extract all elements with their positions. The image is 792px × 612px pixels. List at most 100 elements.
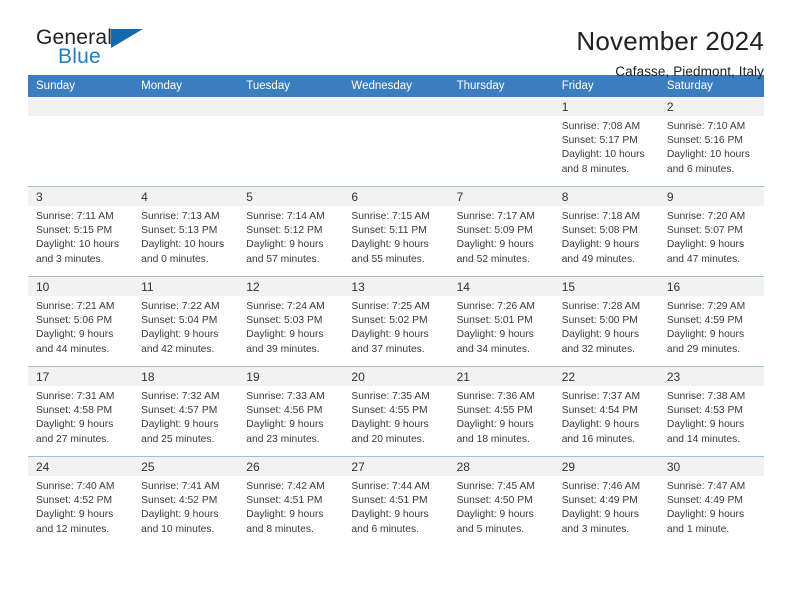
- day-number: 29: [553, 457, 659, 476]
- day-cell[interactable]: 6 Sunrise: 7:15 AM Sunset: 5:11 PM Daylight…: [343, 186, 449, 277]
- day-cell[interactable]: 15 Sunrise: 7:28 AM Sunset: 5:00 PM Dayligh…: [553, 276, 659, 367]
- daylight-text-line1: Daylight: 9 hours: [141, 419, 219, 431]
- day-cell[interactable]: 10 Sunrise: 7:21 AM Sunset: 5:06 PM Dayligh…: [28, 276, 134, 367]
- sunset-text: Sunset: 5:13 PM: [141, 225, 218, 237]
- daylight-text-line1: Daylight: 9 hours: [666, 239, 745, 251]
- weekday-header-wednesday: Wednesday: [343, 75, 449, 97]
- daylight-text-line1: Daylight: 9 hours: [246, 509, 324, 521]
- day-cell[interactable]: 3 Sunrise: 7:11 AM Sunset: 5:15 PM Daylight…: [28, 186, 134, 277]
- day-number: 10: [28, 277, 134, 296]
- sunrise-text: Sunrise: 7:28 AM: [561, 301, 641, 312]
- sunset-text: Sunset: 5:15 PM: [36, 225, 113, 237]
- day-cell[interactable]: 25 Sunrise: 7:41 AM Sunset: 4:52 PM Dayligh…: [133, 456, 239, 546]
- daylight-text-line1: Daylight: 9 hours: [36, 419, 114, 431]
- day-cell[interactable]: 20 Sunrise: 7:35 AM Sunset: 4:55 PM Dayligh…: [343, 366, 449, 457]
- daylight-text-line2: and 1 minute.: [666, 523, 730, 535]
- day-details: Sunrise: 7:18 AM Sunset: 5:08 PM Daylight:…: [554, 206, 659, 267]
- day-number: 14: [448, 277, 554, 296]
- day-number: 17: [28, 367, 134, 386]
- day-cell[interactable]: 17 Sunrise: 7:31 AM Sunset: 4:58 PM Dayligh…: [28, 366, 134, 457]
- day-cell[interactable]: 19 Sunrise: 7:33 AM Sunset: 4:56 PM Dayligh…: [238, 366, 344, 457]
- sunset-text: Sunset: 5:11 PM: [351, 225, 427, 237]
- weekday-header-monday: Monday: [133, 75, 239, 97]
- day-cell[interactable]: 8 Sunrise: 7:18 AM Sunset: 5:08 PM Daylight…: [553, 186, 659, 277]
- sunrise-text: Sunrise: 7:32 AM: [141, 391, 220, 402]
- day-cell[interactable]: 4 Sunrise: 7:13 AM Sunset: 5:13 PM Daylight…: [133, 186, 239, 277]
- daylight-text-line2: and 23 minutes.: [246, 433, 320, 445]
- day-cell[interactable]: 27 Sunrise: 7:44 AM Sunset: 4:51 PM Dayligh…: [343, 456, 449, 546]
- day-cell[interactable]: 16 Sunrise: 7:29 AM Sunset: 4:59 PM Dayligh…: [658, 276, 764, 367]
- day-cell[interactable]: 1 Sunrise: 7:08 AM Sunset: 5:17 PM Daylight…: [553, 97, 659, 187]
- day-cell[interactable]: 12 Sunrise: 7:24 AM Sunset: 5:03 PM Dayligh…: [238, 276, 344, 367]
- weekday-header-thursday: Thursday: [448, 75, 554, 97]
- daylight-text-line2: and 6 minutes.: [351, 523, 419, 535]
- day-number: 20: [343, 367, 449, 386]
- sunset-text: Sunset: 5:04 PM: [141, 315, 218, 327]
- day-number: 3: [28, 187, 134, 206]
- day-details: Sunrise: 7:13 AM Sunset: 5:13 PM Daylight:…: [133, 206, 238, 267]
- day-cell[interactable]: 7 Sunrise: 7:17 AM Sunset: 5:09 PM Daylight…: [448, 186, 554, 277]
- day-details: Sunrise: 7:25 AM Sunset: 5:02 PM Daylight:…: [343, 296, 448, 357]
- day-cell[interactable]: 18 Sunrise: 7:32 AM Sunset: 4:57 PM Dayligh…: [133, 366, 239, 457]
- daylight-text-line1: Daylight: 9 hours: [141, 509, 219, 521]
- daylight-text-line2: and 5 minutes.: [456, 523, 525, 535]
- daylight-text-line2: and 34 minutes.: [456, 343, 530, 355]
- day-number: [133, 97, 239, 116]
- brand-logo[interactable]: General Blue: [28, 26, 158, 72]
- day-details: Sunrise: 7:37 AM Sunset: 4:54 PM Daylight:…: [554, 386, 659, 447]
- day-cell[interactable]: [448, 97, 554, 187]
- day-cell[interactable]: 28 Sunrise: 7:45 AM Sunset: 4:50 PM Dayligh…: [448, 456, 554, 546]
- day-cell[interactable]: [28, 97, 134, 187]
- daylight-text-line1: Daylight: 9 hours: [456, 239, 534, 251]
- day-cell[interactable]: [133, 97, 239, 187]
- day-cell[interactable]: 14 Sunrise: 7:26 AM Sunset: 5:01 PM Dayligh…: [448, 276, 554, 367]
- day-number: 21: [448, 367, 554, 386]
- day-cell[interactable]: 23 Sunrise: 7:38 AM Sunset: 4:53 PM Dayligh…: [658, 366, 764, 457]
- sunset-text: Sunset: 4:49 PM: [561, 495, 638, 507]
- sunset-text: Sunset: 5:06 PM: [36, 315, 113, 327]
- daylight-text-line2: and 57 minutes.: [246, 253, 320, 265]
- title-block: November 2024 Cafasse, Piedmont, Italy: [576, 26, 764, 82]
- daylight-text-line1: Daylight: 9 hours: [351, 239, 429, 251]
- daylight-text-line2: and 16 minutes.: [561, 433, 635, 445]
- sunrise-text: Sunrise: 7:22 AM: [141, 301, 220, 312]
- day-number: 5: [238, 187, 344, 206]
- day-cell[interactable]: 26 Sunrise: 7:42 AM Sunset: 4:51 PM Dayligh…: [238, 456, 344, 546]
- day-cell[interactable]: [343, 97, 449, 187]
- day-details: Sunrise: 7:36 AM Sunset: 4:55 PM Daylight:…: [449, 386, 554, 447]
- day-details: Sunrise: 7:38 AM Sunset: 4:53 PM Daylight:…: [659, 386, 764, 447]
- sunrise-text: Sunrise: 7:33 AM: [246, 391, 325, 402]
- day-cell[interactable]: 29 Sunrise: 7:46 AM Sunset: 4:49 PM Dayligh…: [553, 456, 659, 546]
- day-details: Sunrise: 7:47 AM Sunset: 4:49 PM Daylight:…: [659, 476, 764, 537]
- day-cell[interactable]: 24 Sunrise: 7:40 AM Sunset: 4:52 PM Dayligh…: [28, 456, 134, 546]
- daylight-text-line1: Daylight: 9 hours: [351, 419, 429, 431]
- day-cell[interactable]: 21 Sunrise: 7:36 AM Sunset: 4:55 PM Dayligh…: [448, 366, 554, 457]
- day-cell[interactable]: [238, 97, 344, 187]
- day-details: Sunrise: 7:41 AM Sunset: 4:52 PM Daylight:…: [133, 476, 238, 537]
- day-number: 28: [448, 457, 554, 476]
- day-details: [449, 116, 554, 120]
- daylight-text-line2: and 29 minutes.: [666, 343, 741, 355]
- daylight-text-line2: and 32 minutes.: [561, 343, 635, 355]
- day-cell[interactable]: 13 Sunrise: 7:25 AM Sunset: 5:02 PM Dayligh…: [343, 276, 449, 367]
- sunrise-text: Sunrise: 7:14 AM: [246, 211, 325, 222]
- daylight-text-line1: Daylight: 9 hours: [351, 509, 429, 521]
- day-cell[interactable]: 11 Sunrise: 7:22 AM Sunset: 5:04 PM Dayligh…: [133, 276, 239, 367]
- day-cell[interactable]: 2 Sunrise: 7:10 AM Sunset: 5:16 PM Daylight…: [658, 97, 764, 187]
- sunset-text: Sunset: 4:59 PM: [666, 315, 743, 327]
- sunset-text: Sunset: 5:16 PM: [666, 135, 743, 147]
- day-details: Sunrise: 7:15 AM Sunset: 5:11 PM Daylight:…: [343, 206, 448, 267]
- day-cell[interactable]: 30 Sunrise: 7:47 AM Sunset: 4:49 PM Dayligh…: [658, 456, 764, 546]
- triangle-flag-icon: [111, 29, 143, 48]
- day-number: 1: [553, 97, 659, 116]
- weekday-header-sunday: Sunday: [28, 75, 134, 97]
- day-details: Sunrise: 7:10 AM Sunset: 5:16 PM Daylight:…: [659, 116, 764, 177]
- daylight-text-line2: and 37 minutes.: [351, 343, 425, 355]
- daylight-text-line1: Daylight: 9 hours: [456, 419, 534, 431]
- day-cell[interactable]: 5 Sunrise: 7:14 AM Sunset: 5:12 PM Daylight…: [238, 186, 344, 277]
- daylight-text-line1: Daylight: 10 hours: [666, 149, 750, 161]
- daylight-text-line1: Daylight: 9 hours: [561, 329, 639, 341]
- day-cell[interactable]: 9 Sunrise: 7:20 AM Sunset: 5:07 PM Daylight…: [658, 186, 764, 277]
- day-cell[interactable]: 22 Sunrise: 7:37 AM Sunset: 4:54 PM Dayligh…: [553, 366, 659, 457]
- sunrise-text: Sunrise: 7:25 AM: [351, 301, 430, 312]
